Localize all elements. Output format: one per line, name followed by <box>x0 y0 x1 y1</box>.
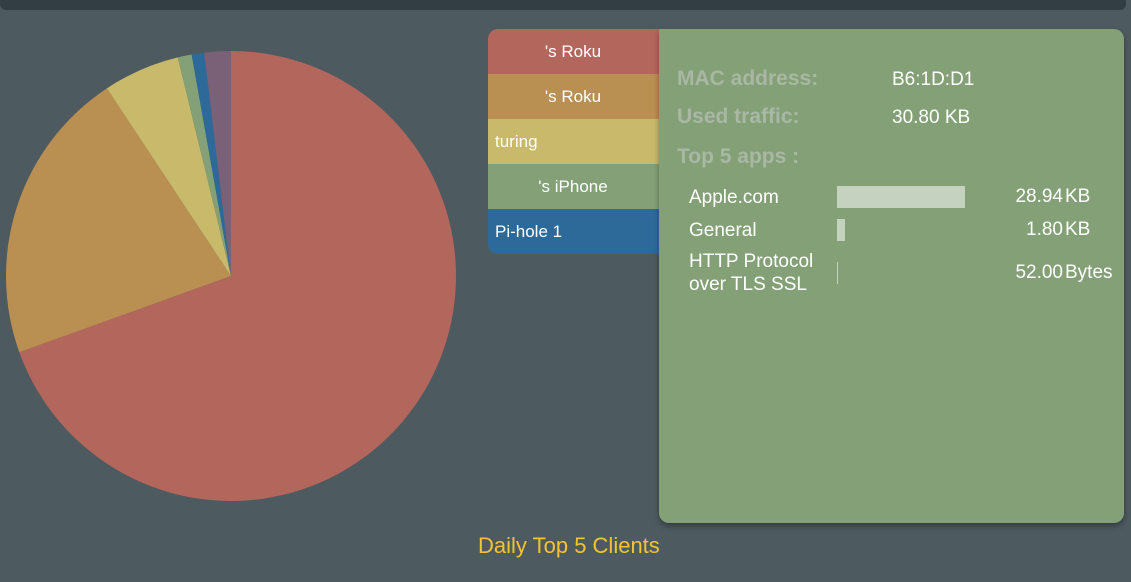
client-details-panel: MAC address: B6:1D:D1 Used traffic: 30.8… <box>659 29 1124 523</box>
app-name: General <box>689 220 757 241</box>
mac-address-label: MAC address: <box>677 67 819 90</box>
used-traffic-value: 30.80 KB <box>892 107 971 128</box>
app-usage-bar <box>837 186 965 208</box>
client-row-0[interactable]: 's Roku <box>488 29 664 74</box>
client-row-4[interactable]: Pi-hole 1 <box>488 209 664 254</box>
app-name: HTTP Protocol over TLS SSL <box>689 251 814 295</box>
client-row-2[interactable]: turing <box>488 119 664 164</box>
app-value: 1.80 <box>1026 219 1063 240</box>
app-usage-bar <box>837 219 845 241</box>
client-list: 's Roku 's Roku turing 's iPhone Pi-hole… <box>488 29 664 254</box>
top-bar <box>0 0 1126 10</box>
app-unit: KB <box>1065 186 1091 207</box>
pie-chart[interactable] <box>0 45 462 507</box>
chart-title: Daily Top 5 Clients <box>478 533 660 558</box>
app-unit: Bytes <box>1065 262 1113 283</box>
top-apps-label: Top 5 apps : <box>677 145 800 168</box>
app-value: 28.94 <box>1015 186 1063 207</box>
used-traffic-label: Used traffic: <box>677 105 800 128</box>
app-unit: KB <box>1065 219 1091 240</box>
app-usage-bar <box>837 262 838 284</box>
app-value: 52.00 <box>1015 262 1063 283</box>
mac-address-value: B6:1D:D1 <box>892 69 975 90</box>
client-row-1[interactable]: 's Roku <box>488 74 664 119</box>
app-name: Apple.com <box>689 187 779 208</box>
client-row-3[interactable]: 's iPhone <box>488 164 664 209</box>
